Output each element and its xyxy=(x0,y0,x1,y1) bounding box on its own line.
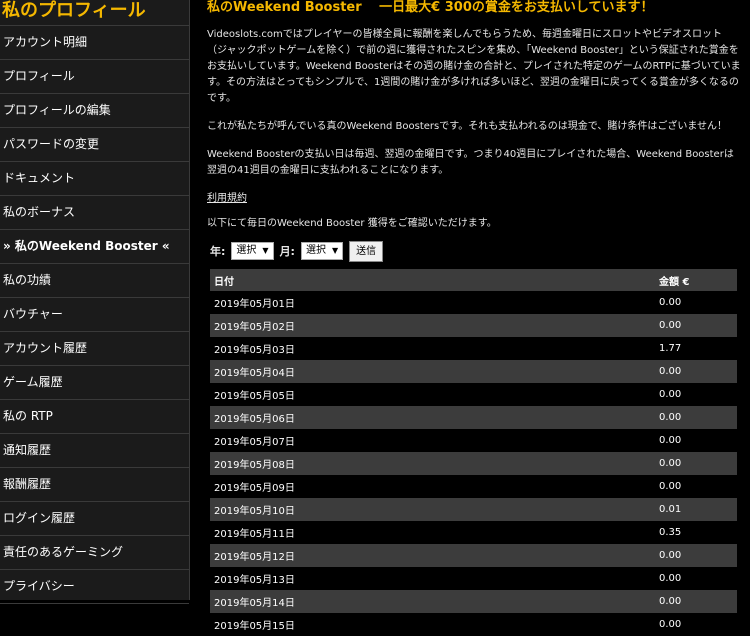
sidebar-item[interactable]: 私の功績 xyxy=(0,264,189,298)
sidebar-item[interactable]: ゲーム履歴 xyxy=(0,366,189,400)
table-row: 2019年05月01日 0.00 xyxy=(210,291,737,314)
sidebar-item[interactable]: 私の RTP xyxy=(0,400,189,434)
sidebar-item[interactable]: 責任のあるゲーミング xyxy=(0,536,189,570)
sidebar-item[interactable]: アカウント履歴 xyxy=(0,332,189,366)
month-label: 月: xyxy=(279,245,295,258)
date-cell: 2019年05月04日 xyxy=(210,360,655,383)
amount-cell: 0.00 xyxy=(655,406,737,429)
amount-cell: 0.00 xyxy=(655,429,737,452)
caret-down-icon: ▼ xyxy=(331,246,339,255)
main-content: 私のWeekend Booster 一日最大€ 300の賞金をお支払いしています… xyxy=(201,0,741,636)
caret-down-icon: ▼ xyxy=(262,246,269,255)
date-cell: 2019年05月05日 xyxy=(210,383,655,406)
sidebar-item[interactable]: プロフィールの編集 xyxy=(0,94,189,128)
date-cell: 2019年05月15日 xyxy=(210,613,655,636)
amount-cell: 0.35 xyxy=(655,521,737,544)
table-row: 2019年05月12日 0.00 xyxy=(210,544,737,567)
amount-cell: 0.00 xyxy=(655,613,737,636)
amount-cell: 0.00 xyxy=(655,314,737,337)
amount-column-header: 金額 € xyxy=(655,269,737,291)
table-row: 2019年05月10日 0.01 xyxy=(210,498,737,521)
amount-cell: 0.00 xyxy=(655,590,737,613)
table-row: 2019年05月08日 0.00 xyxy=(210,452,737,475)
date-cell: 2019年05月11日 xyxy=(210,521,655,544)
date-cell: 2019年05月07日 xyxy=(210,429,655,452)
page-title: 私のWeekend Booster 一日最大€ 300の賞金をお支払いしています… xyxy=(207,0,654,15)
date-cell: 2019年05月03日 xyxy=(210,337,655,360)
table-row: 2019年05月11日 0.35 xyxy=(210,521,737,544)
table-row: 2019年05月06日 0.00 xyxy=(210,406,737,429)
booster-table: 日付 金額 € 2019年05月01日 0.00 2019年05月02日 0.00 20… xyxy=(210,269,737,636)
sidebar-menu: アカウント明細 プロフィール プロフィールの編集 パスワードの変更 ドキュメント 私のボー… xyxy=(0,26,189,604)
amount-cell: 0.01 xyxy=(655,498,737,521)
date-cell: 2019年05月10日 xyxy=(210,498,655,521)
sidebar-item[interactable]: バウチャー xyxy=(0,298,189,332)
date-cell: 2019年05月14日 xyxy=(210,590,655,613)
table-row: 2019年05月14日 0.00 xyxy=(210,590,737,613)
table-row: 2019年05月05日 0.00 xyxy=(210,383,737,406)
amount-cell: 0.00 xyxy=(655,544,737,567)
payout-paragraph: Weekend Boosterの支払い日は毎週、翌週の金曜日です。つまり40週目… xyxy=(207,149,734,176)
sidebar-item[interactable]: アカウント明細 xyxy=(0,26,189,60)
table-row: 2019年05月13日 0.00 xyxy=(210,567,737,590)
table-row: 2019年05月02日 0.00 xyxy=(210,314,737,337)
month-select[interactable]: 選択 ▼ xyxy=(300,242,344,260)
amount-cell: 0.00 xyxy=(655,291,737,314)
date-cell: 2019年05月12日 xyxy=(210,544,655,567)
amount-cell: 0.00 xyxy=(655,452,737,475)
table-row: 2019年05月07日 0.00 xyxy=(210,429,737,452)
amount-cell: 0.00 xyxy=(655,360,737,383)
sidebar-title: 私のプロフィール xyxy=(0,0,189,26)
filter-bar: 年: 選択 ▼ 月: 選択 ▼ 送信 xyxy=(201,239,741,263)
check-prompt: 以下にて毎日のWeekend Booster 獲得をご確認いただけます。 xyxy=(207,218,497,229)
date-cell: 2019年05月02日 xyxy=(210,314,655,337)
date-cell: 2019年05月09日 xyxy=(210,475,655,498)
table-header-row: 日付 金額 € xyxy=(210,269,737,291)
date-cell: 2019年05月01日 xyxy=(210,291,655,314)
sidebar-item[interactable]: ログイン履歴 xyxy=(0,502,189,536)
date-cell: 2019年05月08日 xyxy=(210,452,655,475)
amount-cell: 0.00 xyxy=(655,475,737,498)
sidebar-item[interactable]: 通知履歴 xyxy=(0,434,189,468)
year-select-value: 選択 xyxy=(236,245,257,256)
amount-cell: 0.00 xyxy=(655,567,737,590)
sidebar-item[interactable]: » 私のWeekend Booster « xyxy=(0,230,189,264)
table-row: 2019年05月15日 0.00 xyxy=(210,613,737,636)
intro-paragraph: Videoslots.comではプレイヤーの皆様全員に報酬を楽しんでもらうため、… xyxy=(207,29,741,104)
amount-cell: 0.00 xyxy=(655,383,737,406)
sidebar-item[interactable]: プライバシー xyxy=(0,570,189,604)
sidebar-item[interactable]: ドキュメント xyxy=(0,162,189,196)
sidebar: 私のプロフィール アカウント明細 プロフィール プロフィールの編集 パスワードの変更ド… xyxy=(0,0,190,604)
sidebar-item[interactable]: 私のボーナス xyxy=(0,196,189,230)
terms-link[interactable]: 利用規約 xyxy=(201,189,741,204)
date-column-header: 日付 xyxy=(210,269,655,291)
month-select-value: 選択 xyxy=(305,245,326,256)
table-row: 2019年05月04日 0.00 xyxy=(210,360,737,383)
table-row: 2019年05月09日 0.00 xyxy=(210,475,737,498)
sidebar-item[interactable]: パスワードの変更 xyxy=(0,128,189,162)
sidebar-item[interactable]: プロフィール xyxy=(0,60,189,94)
table-body: 2019年05月01日 0.00 2019年05月02日 0.00 2019年05月03… xyxy=(210,291,737,636)
date-cell: 2019年05月06日 xyxy=(210,406,655,429)
submit-button[interactable]: 送信 xyxy=(349,240,384,262)
description-paragraph: これが私たちが呼んでいる真のWeekend Boostersです。それも支払われ… xyxy=(207,121,728,132)
year-select[interactable]: 選択 ▼ xyxy=(231,242,274,260)
date-cell: 2019年05月13日 xyxy=(210,567,655,590)
year-label: 年: xyxy=(210,245,226,258)
table-row: 2019年05月03日 1.77 xyxy=(210,337,737,360)
amount-cell: 1.77 xyxy=(655,337,737,360)
sidebar-item[interactable]: 報酬履歴 xyxy=(0,468,189,502)
